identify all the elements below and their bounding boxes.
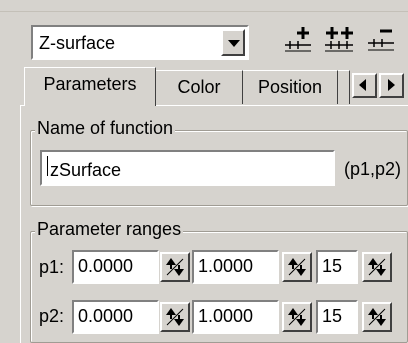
p2-steps-input[interactable]: 15 [316, 300, 358, 334]
p2-steps-value: 15 [322, 306, 343, 326]
p1-steps-value: 15 [322, 256, 343, 276]
parameter-ranges-legend: Parameter ranges [35, 219, 184, 240]
p1-min-value: 0.0000 [78, 256, 134, 276]
p2-max-input[interactable]: 1.0000 [192, 300, 279, 334]
tab-parameters[interactable]: Parameters [24, 67, 156, 106]
p2-steps-spin-button[interactable] [362, 302, 392, 332]
function-type-value: Z-surface [39, 33, 116, 53]
tab-scroll-left-button[interactable] [352, 73, 377, 98]
p1-max-spin-button[interactable] [282, 252, 312, 282]
tab-scroll-right-button[interactable] [379, 73, 404, 98]
tab-color-label: Color [177, 77, 221, 97]
p1-min-input[interactable]: 0.0000 [72, 250, 159, 284]
dropdown-button[interactable] [221, 29, 245, 56]
function-args-label: (p1,p2) [344, 159, 402, 179]
p2-label: p2: [39, 306, 65, 326]
spin-arrows-icon [166, 258, 184, 276]
add-function-icon [285, 27, 311, 52]
tab-position-label: Position [257, 77, 323, 97]
text-caret [47, 156, 48, 176]
spin-arrows-icon [368, 308, 386, 326]
p2-max-spin-button[interactable] [282, 302, 312, 332]
window-top-edge [0, 0, 408, 12]
function-type-select[interactable]: Z-surface [31, 25, 249, 60]
p1-steps-input[interactable]: 15 [316, 250, 358, 284]
p1-min-spin-button[interactable] [160, 252, 190, 282]
name-group-legend: Name of function [35, 118, 176, 139]
spin-arrows-icon [288, 258, 306, 276]
remove-function-icon [368, 29, 394, 51]
tab-bar: Parameters Color Position [24, 67, 408, 106]
p2-min-spin-button[interactable] [160, 302, 190, 332]
tab-color[interactable]: Color [156, 70, 243, 104]
spin-arrows-icon [166, 308, 184, 326]
function-name-input[interactable]: zSurface [40, 150, 335, 186]
arrow-left-icon [359, 79, 366, 91]
p2-min-input[interactable]: 0.0000 [72, 300, 159, 334]
arrow-right-icon [388, 79, 395, 91]
tab-position[interactable]: Position [243, 70, 338, 104]
add-multiple-functions-icon [325, 27, 353, 52]
chevron-down-icon [228, 40, 240, 47]
p1-max-value: 1.0000 [198, 256, 254, 276]
p1-max-input[interactable]: 1.0000 [192, 250, 279, 284]
function-dialog: { "toolbar": { "function_combo": { "sele… [0, 0, 408, 343]
spin-arrows-icon [368, 258, 386, 276]
spin-arrows-icon [288, 308, 306, 326]
tab-overflow [338, 70, 350, 104]
add-multiple-functions-button[interactable] [322, 23, 356, 55]
add-function-button[interactable] [281, 23, 315, 55]
p1-label: p1: [39, 257, 65, 277]
p2-max-value: 1.0000 [198, 306, 254, 326]
function-name-value: zSurface [50, 160, 122, 180]
remove-function-button[interactable] [364, 23, 404, 55]
p1-steps-spin-button[interactable] [362, 252, 392, 282]
p2-min-value: 0.0000 [78, 306, 134, 326]
tab-parameters-label: Parameters [43, 74, 137, 94]
